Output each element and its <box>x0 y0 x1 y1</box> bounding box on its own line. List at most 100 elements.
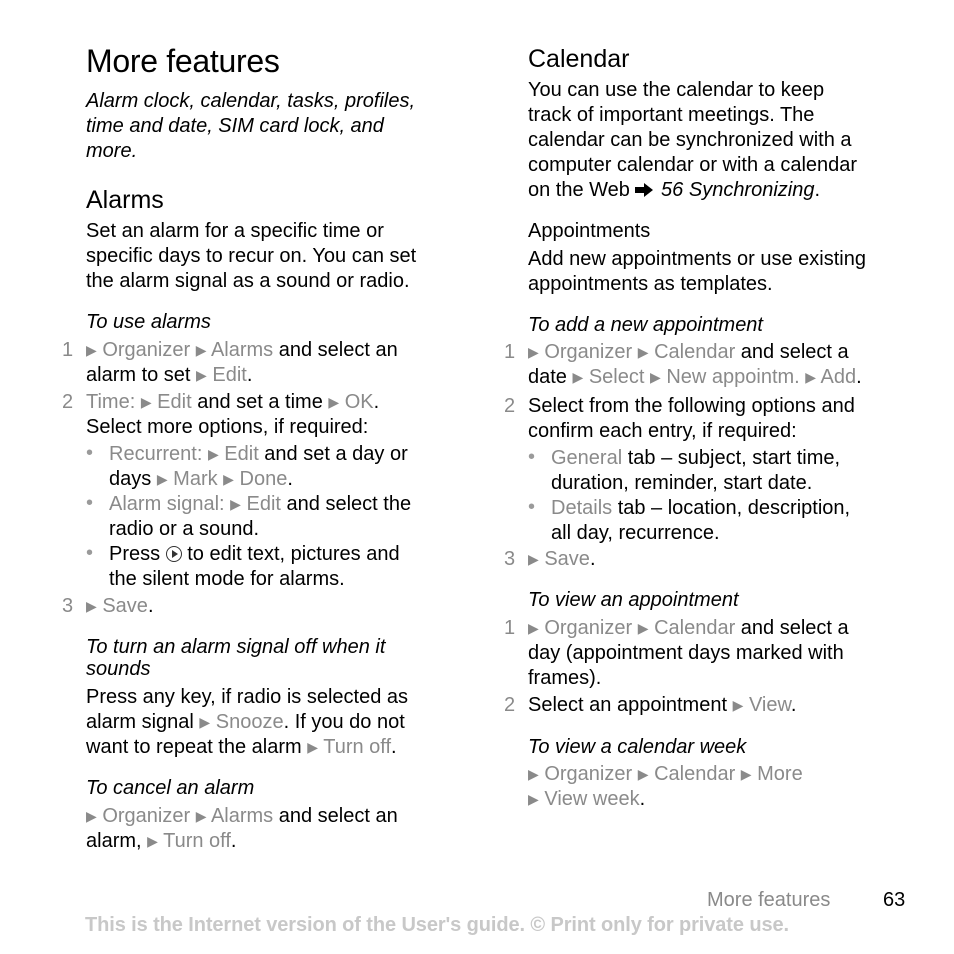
use-step-2: Time: ▶ Edit and set a time ▶ OK. Select… <box>86 390 379 440</box>
menu-edit: Edit <box>224 443 259 465</box>
appointments-body: Add new appointments or use existing app… <box>528 247 866 297</box>
title-line: sounds <box>86 658 151 680</box>
tab-details: Details <box>551 497 613 519</box>
menu-calendar: Calendar <box>654 763 736 785</box>
menu-save: Save <box>544 548 590 570</box>
tab-general: General <box>551 447 623 469</box>
menu-select: Select <box>588 366 645 388</box>
text: days <box>109 468 157 490</box>
body-line: calendar can be synchronized with a <box>528 129 852 151</box>
arrow-right-icon: ▶ <box>86 808 97 824</box>
menu-alarm-signal: Alarm signal: <box>109 493 225 515</box>
text: . <box>287 468 293 490</box>
menu-organizer: Organizer <box>102 805 191 827</box>
cancel-alarm-body: ▶ Organizer ▶ Alarms and select an alarm… <box>86 804 398 854</box>
menu-organizer: Organizer <box>544 617 633 639</box>
bullet: • <box>86 442 94 464</box>
arrow-right-icon: ▶ <box>528 620 539 636</box>
option-alarm-signal: Alarm signal: ▶ Edit and select the radi… <box>109 492 479 542</box>
step-number: 3 <box>504 548 516 570</box>
option-recurrent: Recurrent: ▶ Edit and set a day or days … <box>109 442 479 492</box>
text: . If you do not <box>283 711 405 733</box>
step-number: 2 <box>62 391 74 413</box>
text: the silent mode for alarms. <box>109 568 345 590</box>
arrow-right-icon: ▶ <box>637 766 649 782</box>
menu-calendar: Calendar <box>654 341 736 363</box>
text: and select an <box>273 339 398 361</box>
page-title: More features <box>86 43 280 79</box>
step-number: 2 <box>504 694 516 716</box>
text: Select an appointment <box>528 694 733 716</box>
use-alarms-title: To use alarms <box>86 311 211 333</box>
text: tab – subject, start time, <box>622 447 841 469</box>
body-line: Add new appointments or use existing <box>528 248 866 270</box>
menu-recurrent: Recurrent: <box>109 443 203 465</box>
text: and set a time <box>191 391 329 413</box>
menu-edit: Edit <box>246 493 281 515</box>
add-step-3: ▶ Save. <box>528 547 596 572</box>
text: alarm signal <box>86 711 200 733</box>
text: alarm to set <box>86 364 197 386</box>
arrow-right-icon: ▶ <box>528 791 539 807</box>
step-number: 1 <box>504 341 516 363</box>
body-line: track of important meetings. The <box>528 104 815 126</box>
menu-organizer: Organizer <box>544 763 633 785</box>
arrow-right-icon: ▶ <box>195 342 207 358</box>
body-line: computer calendar or with a calendar <box>528 154 858 176</box>
option-details: Details tab – location, description, all… <box>551 496 931 546</box>
text: on the Web <box>528 179 636 201</box>
view-week-body: ▶ Organizer ▶ Calendar ▶ More ▶ View wee… <box>528 762 803 812</box>
internet-version-notice: This is the Internet version of the User… <box>85 914 789 936</box>
arrow-right-icon: ▶ <box>649 369 661 385</box>
option-general: General tab – subject, start time, durat… <box>551 446 931 496</box>
text: Select more options, if required: <box>86 416 369 438</box>
step-number: 2 <box>504 395 516 417</box>
alarms-heading: Alarms <box>86 186 164 214</box>
menu-turn-off: Turn off <box>323 736 392 758</box>
footer-section-name: More features <box>707 889 831 911</box>
arrow-right-icon: ▶ <box>740 766 752 782</box>
bullet: • <box>86 542 94 564</box>
arrow-right-icon: ▶ <box>86 598 97 614</box>
text: . <box>814 179 821 201</box>
text: Press <box>109 543 166 565</box>
menu-turn-off: Turn off <box>163 830 231 852</box>
turn-off-body: Press any key, if radio is selected as a… <box>86 685 408 760</box>
arrow-right-icon: ▶ <box>328 394 340 410</box>
text: want to repeat the alarm <box>86 736 308 758</box>
text: tab – location, description, <box>612 497 851 519</box>
menu-edit: Edit <box>157 391 192 413</box>
menu-mark: Mark <box>173 468 218 490</box>
arrow-right-icon: ▶ <box>637 620 649 636</box>
text: alarm, <box>86 830 148 852</box>
synchronizing-link[interactable]: 56 Synchronizing <box>661 179 814 201</box>
appointments-heading: Appointments <box>528 220 651 242</box>
arrow-right-icon: ▶ <box>637 344 649 360</box>
text: . <box>391 736 397 758</box>
text: . <box>589 548 596 570</box>
text: confirm each entry, if required: <box>528 420 797 442</box>
intro-line: time and date, SIM card lock, and <box>86 115 384 137</box>
use-step-1: ▶ Organizer ▶ Alarms and select an alarm… <box>86 338 398 388</box>
option-press-key: Press to edit text, pictures and the sil… <box>109 542 479 592</box>
text: to edit text, pictures and <box>181 543 400 565</box>
arrow-right-icon: ▶ <box>572 369 584 385</box>
page-intro: Alarm clock, calendar, tasks, profiles, … <box>86 89 415 164</box>
text: . <box>147 595 154 617</box>
arrow-right-icon: ▶ <box>528 551 539 567</box>
view-step-1: ▶ Organizer ▶ Calendar and select a day … <box>528 616 849 691</box>
menu-done: Done <box>239 468 288 490</box>
view-step-2: Select an appointment ▶ View. <box>528 693 796 718</box>
add-step-1: ▶ Organizer ▶ Calendar and select a date… <box>528 340 948 390</box>
calendar-heading: Calendar <box>528 45 630 73</box>
view-appointment-title: To view an appointment <box>528 589 739 611</box>
view-week-title: To view a calendar week <box>528 736 747 758</box>
body-line: You can use the calendar to keep <box>528 79 825 101</box>
menu-alarms: Alarms <box>210 805 274 827</box>
arrow-right-icon: ▶ <box>156 471 168 487</box>
page-number: 63 <box>883 889 906 911</box>
menu-edit: Edit <box>212 364 247 386</box>
menu-time: Time: <box>86 391 136 413</box>
text: radio or a sound. <box>109 518 260 540</box>
menu-organizer: Organizer <box>102 339 191 361</box>
